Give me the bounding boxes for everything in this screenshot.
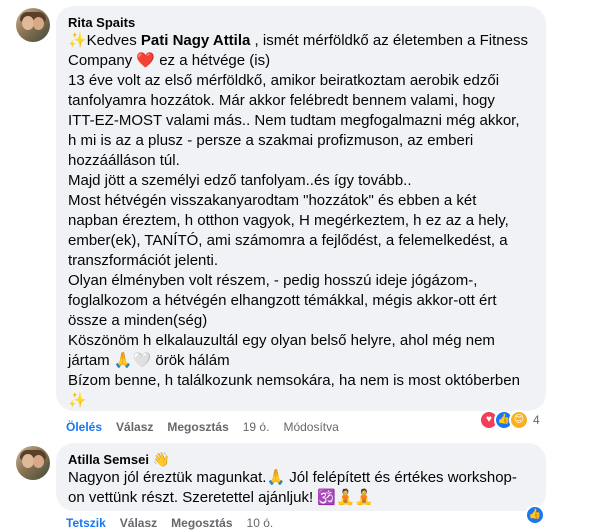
comment-line: Company ❤️ ez a hétvége (is) xyxy=(68,52,271,69)
comment-timestamp[interactable]: 10 ó. xyxy=(247,515,274,531)
comment-line: ember(ek), TANÍTÓ, ami számomra a fejlőd… xyxy=(68,232,508,249)
comment-body: ✨Kedves Pati Nagy Attila , ismét mérföld… xyxy=(68,31,534,411)
comment-line: ✨ xyxy=(68,392,87,409)
avatar[interactable] xyxy=(16,446,50,480)
edited-label: Módosítva xyxy=(283,420,339,434)
comment-line: napban éreztem, h otthon vagyok, H megér… xyxy=(68,212,509,229)
reply-button[interactable]: Válasz xyxy=(116,419,153,435)
share-button[interactable]: Megosztás xyxy=(171,515,232,531)
mention-link[interactable]: Pati Nagy Attila xyxy=(141,32,250,49)
comment-actions: Ölelés Válasz Megosztás 19 ó. Módosítva xyxy=(66,419,339,435)
care-reaction-icon: 😊 xyxy=(509,410,529,430)
comment-line: Köszönöm h elkalauzultál egy olyan belső… xyxy=(68,332,495,349)
comment-line: Nagyon jól éreztük magunkat.🙏 Jól felépí… xyxy=(68,469,517,486)
reaction-count: 4 xyxy=(533,413,540,427)
avatar[interactable] xyxy=(16,8,50,42)
comment-line: Majd jött a személyi edző tanfolyam..és … xyxy=(68,172,412,189)
like-button[interactable]: Tetszik xyxy=(66,515,106,531)
comment-line: 13 éve volt az első mérföldkő, amikor be… xyxy=(68,72,500,89)
comment-bubble: Atilla Semsei 👋 Nagyon jól éreztük magun… xyxy=(56,443,546,511)
comment-line: Most hétvégén visszakanyarodtam "hozzáto… xyxy=(68,192,477,209)
comment-line: transzformációt jelenti. xyxy=(68,252,219,269)
reaction-summary[interactable]: 👍 xyxy=(525,505,545,525)
comment-line: jártam 🙏🤍 örök hálám xyxy=(68,352,230,369)
author-name: Atilla Semsei xyxy=(68,452,149,467)
comment-author[interactable]: Rita Spaits xyxy=(68,14,534,31)
comment-timestamp[interactable]: 19 ó. xyxy=(243,419,270,435)
comment-line: foglalkozom a hétvégén elhangzott témákk… xyxy=(68,292,497,309)
comment-line: ITT-EZ-MOST valami más.. Nem tudtam megf… xyxy=(68,112,520,129)
comment-bubble: Rita Spaits ✨Kedves Pati Nagy Attila , i… xyxy=(56,6,546,411)
comment-line: Bízom benne, h találkozunk nemsokára, ha… xyxy=(68,372,520,389)
comment-line: on vettünk részt. Szeretettel ajánljuk! … xyxy=(68,489,374,506)
comment-text: , ismét mérföldkő az életemben a Fitness xyxy=(250,32,528,49)
reply-button[interactable]: Válasz xyxy=(120,515,157,531)
reaction-summary[interactable]: ♥ 👍 😊 4 xyxy=(479,410,540,430)
comment-line: h mi is az a plusz - persze a szakmai pr… xyxy=(68,132,474,149)
share-button[interactable]: Megosztás xyxy=(167,419,228,435)
comment-line: tanfolyamra hozzátok. Már akkor felébred… xyxy=(68,92,495,109)
comments-section: Rita Spaits ✨Kedves Pati Nagy Attila , i… xyxy=(0,0,589,531)
comment-line: össze a minden(ség) xyxy=(68,312,208,329)
like-reaction-icon: 👍 xyxy=(525,505,545,525)
comment-text: ✨Kedves xyxy=(68,32,141,49)
waving-hand-icon: 👋 xyxy=(152,451,170,467)
comment-actions: Tetszik Válasz Megosztás 10 ó. xyxy=(66,515,287,531)
comment-line: hozzáálláson túl. xyxy=(68,152,180,169)
comment-body: Nagyon jól éreztük magunkat.🙏 Jól felépí… xyxy=(68,468,534,508)
comment-line: Olyan élményben volt részem, - pedig hos… xyxy=(68,272,478,289)
comment-author[interactable]: Atilla Semsei 👋 xyxy=(68,451,534,468)
hug-reaction-button[interactable]: Ölelés xyxy=(66,419,102,435)
